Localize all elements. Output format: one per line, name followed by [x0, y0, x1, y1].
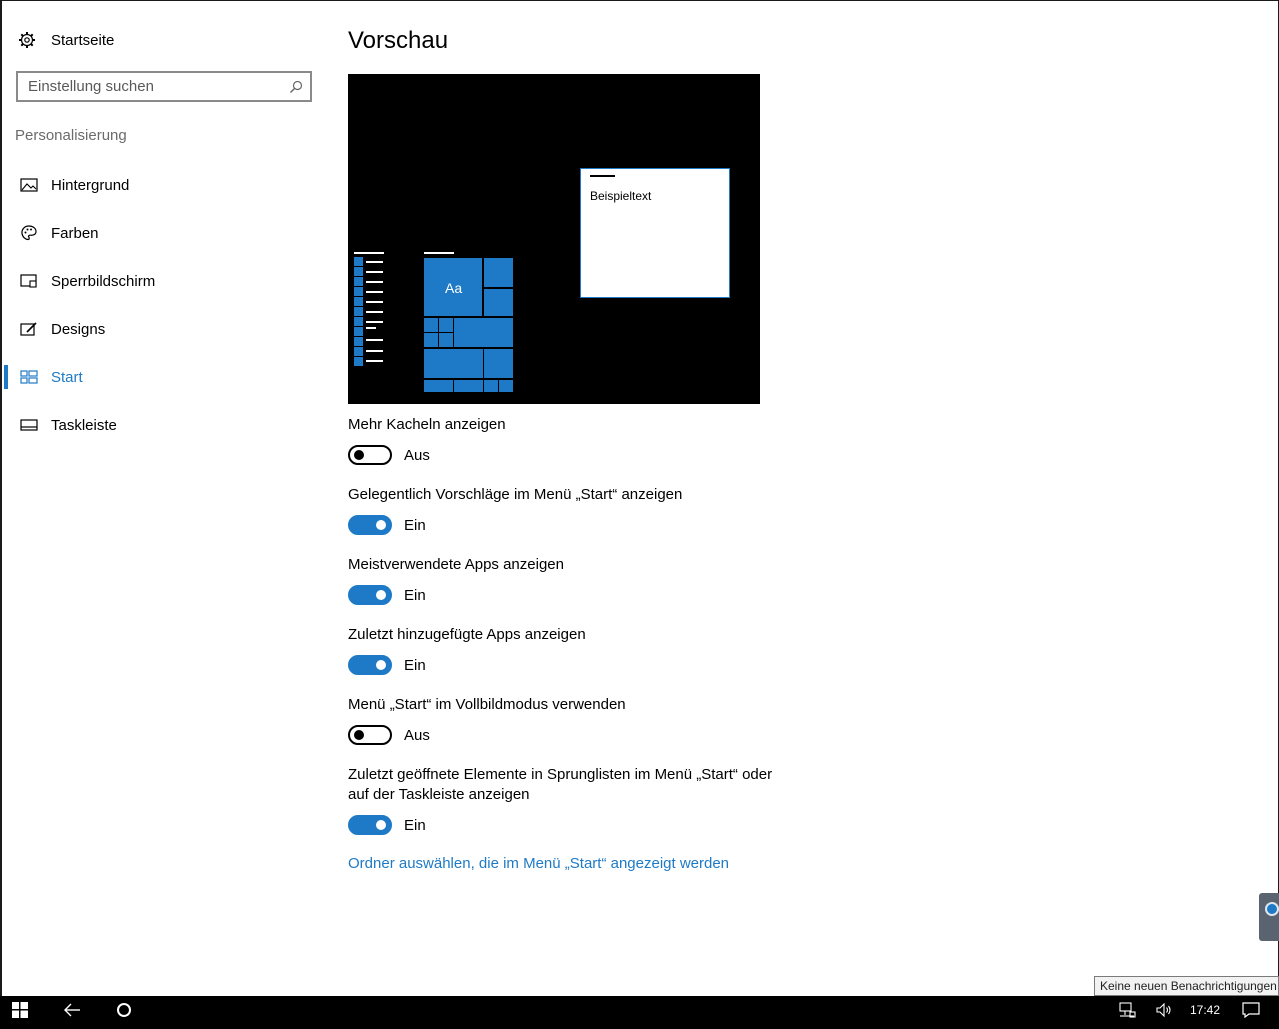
sidebar-item-label: Taskleiste — [51, 416, 117, 434]
setting-label: Zuletzt hinzugefügte Apps anzeigen — [348, 626, 586, 643]
toggle-state: Aus — [404, 726, 430, 744]
windows-icon — [12, 1002, 28, 1023]
sidebar-item-farben[interactable]: Farben — [2, 209, 327, 257]
cortana-circle-icon — [116, 1002, 132, 1023]
setting-more-tiles: Mehr Kacheln anzeigen Aus — [348, 415, 808, 465]
sidebar-item-label: Hintergrund — [51, 176, 130, 194]
sidebar-nav: Hintergrund Farben Sperrbildschirm Desig… — [2, 161, 327, 449]
lock-screen-icon — [20, 272, 38, 290]
start-tiles-icon — [20, 368, 38, 386]
sidebar-item-label: Start — [51, 368, 83, 386]
sidebar: Startseite Personalisierung Hintergrund … — [2, 1, 327, 997]
preview-tile-label: Aa — [445, 280, 463, 296]
notification-icon — [1242, 1002, 1260, 1023]
designs-icon — [20, 320, 38, 338]
setting-label: Zuletzt geöffnete Elemente in Sprunglist… — [348, 766, 773, 803]
teamviewer-icon — [1265, 902, 1279, 916]
taskbar-icon — [20, 416, 38, 434]
back-button[interactable] — [52, 996, 92, 1029]
sidebar-item-label: Sperrbildschirm — [51, 272, 156, 290]
setting-label: Menü „Start“ im Vollbildmodus verwenden — [348, 696, 626, 713]
image-icon — [20, 176, 38, 194]
setting-label: Meistverwendete Apps anzeigen — [348, 556, 564, 573]
sidebar-item-start[interactable]: Start — [2, 353, 327, 401]
choose-folders-link[interactable]: Ordner auswählen, die im Menü „Start“ an… — [348, 855, 729, 872]
preview-sample-text: Beispieltext — [590, 189, 652, 203]
sidebar-item-taskleiste[interactable]: Taskleiste — [2, 401, 327, 449]
home-link[interactable]: Startseite — [18, 29, 114, 51]
sidebar-item-hintergrund[interactable]: Hintergrund — [2, 161, 327, 209]
search-box — [16, 71, 312, 102]
sidebar-item-designs[interactable]: Designs — [2, 305, 327, 353]
settings-window: Startseite Personalisierung Hintergrund … — [0, 0, 1279, 996]
toggle-state: Aus — [404, 446, 430, 464]
preview-sample-window: Beispieltext — [580, 168, 730, 298]
suggestions-toggle[interactable] — [348, 515, 392, 535]
gear-icon — [18, 31, 36, 49]
toggle-state: Ein — [404, 586, 426, 604]
start-preview: Beispieltext Aa — [348, 74, 760, 404]
network-button[interactable] — [1112, 996, 1142, 1029]
search-icon[interactable] — [282, 80, 310, 94]
sidebar-item-label: Designs — [51, 320, 106, 338]
volume-button[interactable] — [1150, 996, 1180, 1029]
palette-icon — [20, 224, 38, 242]
more-tiles-toggle[interactable] — [348, 445, 392, 465]
most-used-toggle[interactable] — [348, 585, 392, 605]
speaker-icon — [1156, 1002, 1174, 1022]
teamviewer-widget[interactable] — [1259, 893, 1279, 941]
fullscreen-toggle[interactable] — [348, 725, 392, 745]
notification-tooltip: Keine neuen Benachrichtigungen — [1094, 976, 1279, 996]
page-title: Vorschau — [348, 27, 449, 54]
back-arrow-icon — [63, 1003, 81, 1022]
start-button[interactable] — [0, 996, 40, 1029]
search-input[interactable] — [18, 73, 282, 100]
sidebar-item-label: Farben — [51, 224, 99, 242]
taskbar: 17:42 — [0, 996, 1279, 1029]
recently-added-toggle[interactable] — [348, 655, 392, 675]
toggle-state: Ein — [404, 656, 426, 674]
section-label: Personalisierung — [15, 127, 127, 144]
clock-time[interactable]: 17:42 — [1190, 996, 1220, 1029]
toggle-state: Ein — [404, 516, 426, 534]
toggle-state: Ein — [404, 816, 426, 834]
setting-fullscreen: Menü „Start“ im Vollbildmodus verwenden … — [348, 695, 808, 745]
setting-suggestions: Gelegentlich Vorschläge im Menü „Start“ … — [348, 485, 808, 535]
jumplists-toggle[interactable] — [348, 815, 392, 835]
setting-most-used: Meistverwendete Apps anzeigen Ein — [348, 555, 808, 605]
setting-label: Gelegentlich Vorschläge im Menü „Start“ … — [348, 486, 683, 503]
network-icon — [1118, 1002, 1136, 1023]
setting-label: Mehr Kacheln anzeigen — [348, 416, 506, 433]
setting-recently-added: Zuletzt hinzugefügte Apps anzeigen Ein — [348, 625, 808, 675]
sidebar-item-sperrbildschirm[interactable]: Sperrbildschirm — [2, 257, 327, 305]
cortana-button[interactable] — [104, 996, 144, 1029]
action-center-button[interactable] — [1234, 996, 1268, 1029]
setting-jumplists: Zuletzt geöffnete Elemente in Sprunglist… — [348, 765, 788, 835]
home-label: Startseite — [51, 31, 115, 49]
